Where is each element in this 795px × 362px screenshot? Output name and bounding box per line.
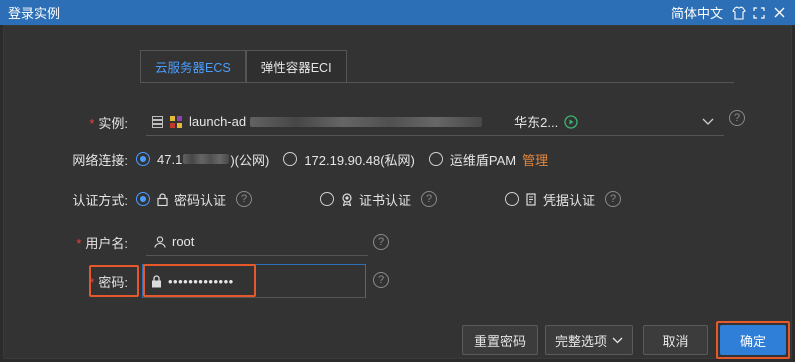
os-logo-icon	[169, 115, 183, 129]
username-value: root	[172, 234, 195, 249]
confirm-button-highlight	[716, 321, 790, 359]
required-mark: *	[89, 115, 95, 131]
private-ip-text: 172.19.90.48(私网)	[304, 152, 415, 168]
close-icon[interactable]	[771, 5, 787, 21]
auth-label: 认证方式:	[72, 192, 128, 208]
cert-auth-help-icon[interactable]: ?	[421, 191, 438, 207]
full-options-button[interactable]: 完整选项	[545, 325, 633, 355]
network-row: 网络连接: 47.1 )(公网) 172.19.90.48(私网) 运维盾PAM…	[4, 146, 548, 172]
private-ip-radio[interactable]	[283, 152, 298, 166]
password-auth-text: 密码认证	[174, 192, 227, 208]
network-label: 网络连接:	[72, 152, 128, 168]
bastion-radio[interactable]	[428, 152, 443, 166]
fullscreen-icon[interactable]	[751, 5, 767, 21]
password-help-icon[interactable]: ?	[373, 272, 389, 288]
cert-auth-radio[interactable]	[320, 192, 335, 206]
instance-row: * 实例:	[4, 108, 136, 136]
public-ip-suffix: )(公网)	[230, 152, 270, 168]
title-bar: 登录实例 简体中文	[0, 0, 795, 25]
username-field[interactable]: root	[146, 228, 368, 256]
public-ip-radio[interactable]	[136, 152, 150, 166]
window-title: 登录实例	[8, 6, 61, 21]
instance-label: 实例:	[98, 115, 128, 131]
required-mark: *	[76, 235, 82, 251]
password-label: 密码:	[98, 274, 128, 290]
password-auth-help-icon[interactable]: ?	[236, 191, 253, 207]
cancel-button[interactable]: 取消	[643, 325, 708, 355]
required-mark: *	[89, 274, 95, 290]
credential-auth-text: 凭据认证	[543, 192, 596, 208]
tabs-divider	[140, 82, 734, 83]
chevron-down-icon	[612, 337, 623, 344]
theme-icon[interactable]	[731, 5, 747, 21]
tab-eci[interactable]: 弹性容器ECI	[245, 50, 347, 83]
redacted-public-ip	[183, 154, 230, 164]
credential-auth-help-icon[interactable]: ?	[605, 191, 622, 207]
help-icon[interactable]: ?	[729, 110, 745, 126]
running-status-icon	[564, 114, 578, 129]
language-selector[interactable]: 简体中文	[671, 3, 723, 22]
credential-auth-radio[interactable]	[505, 192, 520, 206]
username-help-icon[interactable]: ?	[373, 234, 389, 250]
password-field-highlight	[143, 264, 256, 297]
instance-name: launch-ad	[189, 114, 247, 129]
password-row: * 密码:	[4, 266, 136, 296]
reset-password-button[interactable]: 重置密码	[462, 325, 538, 355]
server-icon	[152, 115, 163, 128]
certificate-icon	[341, 192, 353, 206]
password-auth-radio[interactable]	[136, 192, 150, 206]
chevron-down-icon[interactable]	[702, 118, 714, 126]
username-label: 用户名:	[85, 235, 128, 251]
cert-auth-text: 证书认证	[359, 192, 412, 208]
bastion-text: 运维盾PAM	[449, 152, 517, 168]
lock-icon	[157, 192, 168, 206]
redacted-instance-id	[250, 116, 483, 127]
instance-region: 华东2...	[514, 115, 559, 130]
username-row: * 用户名:	[4, 228, 136, 256]
public-ip-text: 47.1	[157, 151, 183, 167]
product-tabs: 云服务器ECS 弹性容器ECI	[140, 50, 347, 83]
tab-ecs[interactable]: 云服务器ECS	[140, 50, 246, 83]
credential-icon	[526, 192, 537, 206]
manage-link[interactable]: 管理	[522, 150, 548, 169]
login-dialog: 云服务器ECS 弹性容器ECI * 实例: launch-ad 华东2... ? …	[3, 25, 792, 359]
instance-select[interactable]: launch-ad 华东2...	[146, 108, 724, 136]
user-icon	[154, 235, 166, 248]
auth-row: 认证方式: 密码认证 ? 证书认证 ? 凭据认证 ?	[4, 186, 622, 212]
